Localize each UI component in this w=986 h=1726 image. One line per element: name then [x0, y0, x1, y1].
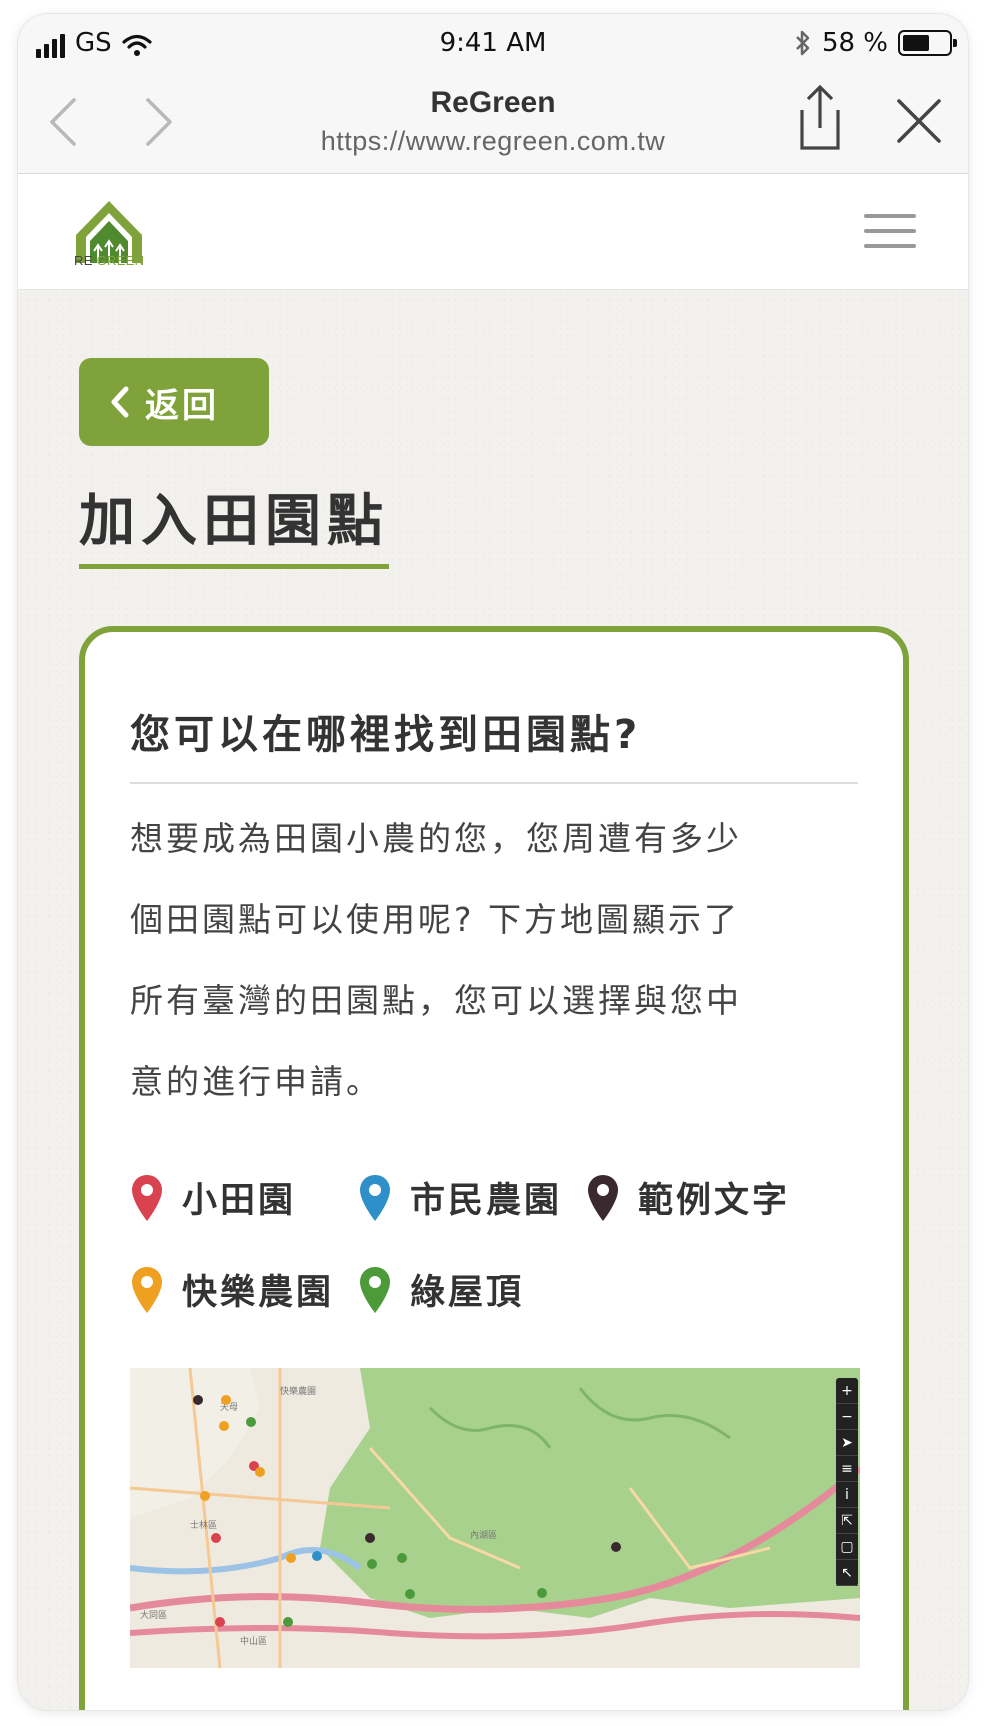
legend-item-happy-farm[interactable]: 快樂農園 — [130, 1264, 334, 1315]
back-button-label: 返回 — [145, 385, 219, 426]
zoom-in-button[interactable]: + — [836, 1378, 858, 1404]
chevron-left-icon — [111, 386, 129, 418]
back-button[interactable]: 返回 — [79, 358, 269, 446]
battery-icon — [898, 30, 957, 56]
map-tiles: 快樂農園 士林區 內湖區 大同區 中山區 天母 — [130, 1368, 860, 1668]
map-pin-icon — [132, 1174, 162, 1221]
info-button[interactable]: i — [836, 1482, 858, 1508]
legend-label: 小田園 — [182, 1181, 297, 1221]
map-pin-icon — [360, 1266, 390, 1313]
locate-button[interactable]: ➤ — [836, 1430, 858, 1456]
phone-frame: GS 9:41 AM 58 % ReGreen https://www.regr… — [18, 14, 968, 1710]
screen-button[interactable]: ▢ — [836, 1534, 858, 1560]
legend-item-small-garden[interactable]: 小田園 — [130, 1172, 296, 1223]
battery-percent: 58 % — [821, 28, 888, 58]
main-content: 返回 加入田園點 您可以在哪裡找到田園點? 想要成為田園小農的您，您周遭有多少 … — [18, 290, 968, 1710]
map-label: 中山區 — [240, 1635, 267, 1647]
legend-label: 快樂農園 — [182, 1273, 335, 1313]
map-label: 士林區 — [190, 1519, 217, 1531]
map-pin-icon — [132, 1266, 162, 1313]
menu-icon[interactable] — [864, 214, 916, 252]
site-header: RE GREEN — [18, 174, 968, 290]
legend-label: 範例文字 — [638, 1181, 791, 1221]
map-label: 內湖區 — [470, 1530, 497, 1541]
map-pin-icon — [360, 1174, 390, 1221]
bluetooth-icon — [796, 30, 810, 56]
map-label: 快樂農園 — [280, 1385, 316, 1397]
card-divider — [130, 782, 858, 784]
share-icon[interactable] — [794, 84, 846, 154]
card-title: 您可以在哪裡找到田園點? — [130, 712, 642, 758]
zoom-out-button[interactable]: − — [836, 1404, 858, 1430]
pointer-button[interactable]: ↖ — [836, 1560, 858, 1586]
browser-chrome: GS 9:41 AM 58 % ReGreen https://www.regr… — [18, 14, 968, 174]
close-icon[interactable] — [894, 96, 944, 146]
map-pin-icon — [588, 1174, 618, 1221]
fullscreen-button[interactable]: ⇱ — [836, 1508, 858, 1534]
legend-label: 市民農園 — [410, 1181, 563, 1221]
legend-item-green-roof[interactable]: 綠屋頂 — [358, 1264, 524, 1315]
description-line: 個田園點可以使用呢? 下方地圖顯示了 — [130, 900, 741, 939]
legend-item-citizen-farm[interactable]: 市民農園 — [358, 1172, 562, 1223]
legend-label: 綠屋頂 — [410, 1273, 525, 1313]
garden-map[interactable]: 快樂農園 士林區 內湖區 大同區 中山區 天母 + − ➤ ≡ i ⇱ ▢ ↖ — [130, 1368, 860, 1668]
logo-wordmark: RE GREEN — [74, 253, 145, 268]
info-card: 您可以在哪裡找到田園點? 想要成為田園小農的您，您周遭有多少 個田園點可以使用呢… — [79, 626, 909, 1710]
map-label: 大同區 — [140, 1609, 167, 1621]
description-line: 想要成為田園小農的您，您周遭有多少 — [130, 819, 742, 858]
legend-item-sample-text[interactable]: 範例文字 — [586, 1172, 790, 1223]
status-bar: GS 9:41 AM 58 % — [18, 26, 968, 62]
card-description: 想要成為田園小農的您，您周遭有多少 個田園點可以使用呢? 下方地圖顯示了 所有臺… — [130, 798, 860, 1122]
layers-button[interactable]: ≡ — [836, 1456, 858, 1482]
page-heading: 加入田園點 — [79, 489, 389, 570]
description-line: 所有臺灣的田園點，您可以選擇與您中 — [130, 981, 742, 1020]
description-line: 意的進行申請。 — [130, 1062, 382, 1101]
map-controls: + − ➤ ≡ i ⇱ ▢ ↖ — [836, 1378, 858, 1586]
